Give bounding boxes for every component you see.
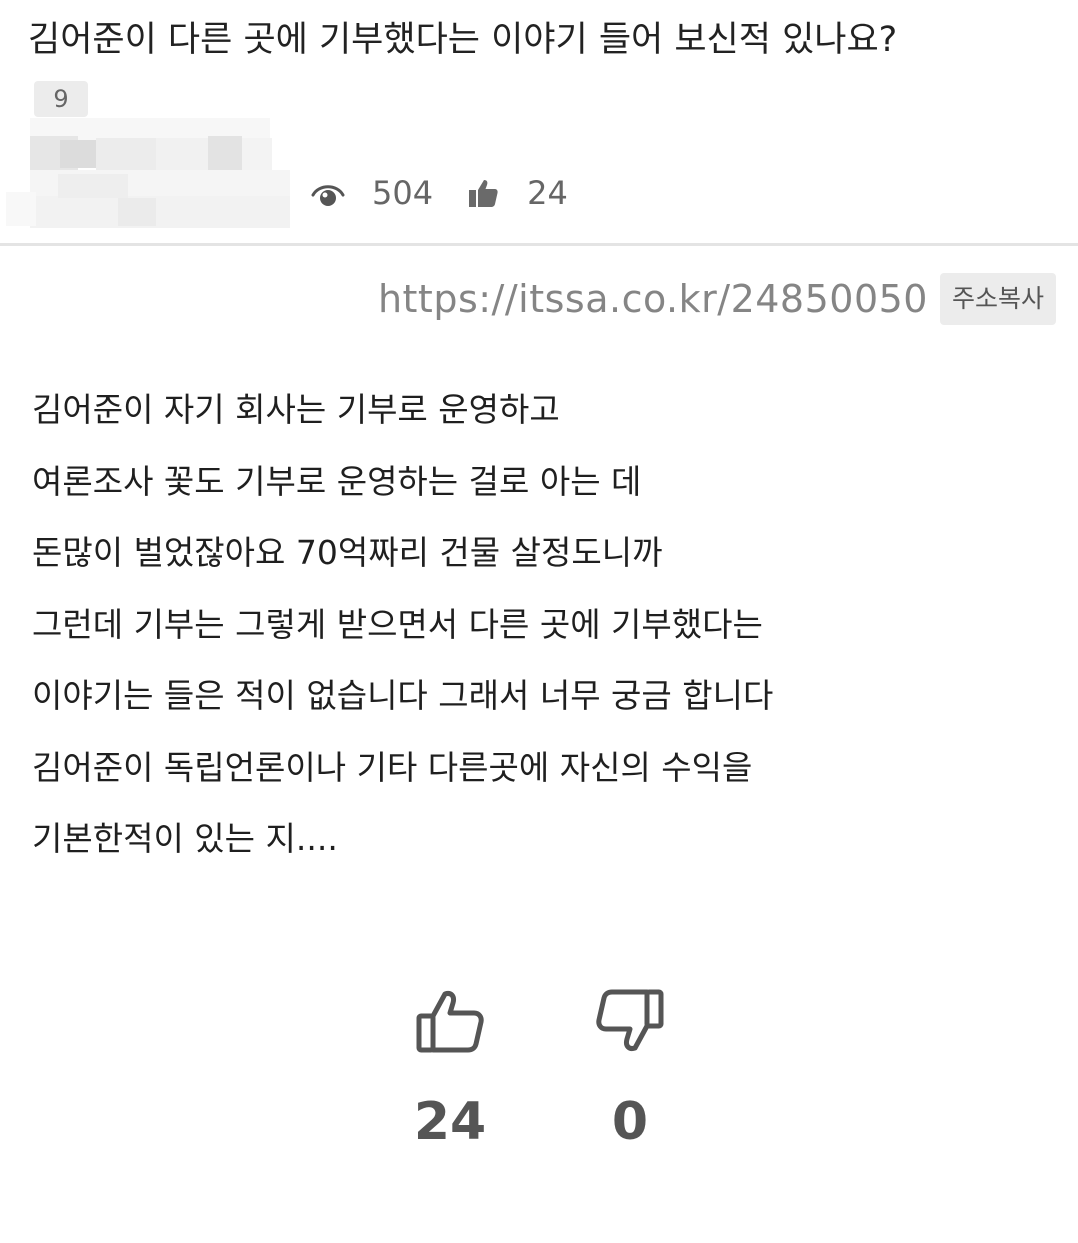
author-avatar-blurred bbox=[6, 118, 294, 230]
body-line: 여론조사 꽃도 기부로 운영하는 걸로 아는 데 bbox=[32, 461, 642, 501]
level-badge: 9 bbox=[34, 81, 88, 117]
thumbs-up-icon bbox=[465, 175, 501, 211]
thumbs-up-outline-icon bbox=[416, 991, 484, 1053]
likes-count: 24 bbox=[527, 174, 568, 212]
share-row: https://itssa.co.kr/24850050 주소복사 bbox=[378, 272, 1056, 326]
downvote-count: 0 bbox=[611, 1092, 649, 1152]
thumbs-down-outline-icon bbox=[596, 989, 664, 1051]
copy-url-button[interactable]: 주소복사 bbox=[939, 273, 1056, 325]
body-line: 김어준이 독립언론이나 기타 다른곳에 자신의 수익을 bbox=[32, 747, 753, 787]
downvote-button[interactable]: 0 bbox=[580, 986, 680, 1152]
upvote-count: 24 bbox=[413, 1092, 487, 1152]
body-line: 돈많이 벌었잖아요 70억짜리 건물 살정도니까 bbox=[32, 533, 663, 572]
post-title: 김어준이 다른 곳에 기부했다는 이야기 들어 보신적 있나요? bbox=[28, 20, 898, 60]
body-line: 기본한적이 있는 지.... bbox=[32, 819, 338, 858]
post-stats: 504 24 bbox=[310, 168, 600, 218]
upvote-button[interactable]: 24 bbox=[400, 986, 500, 1152]
post-body: 김어준이 자기 회사는 기부로 운영하고 여론조사 꽃도 기부로 운영하는 걸로… bbox=[32, 374, 1052, 875]
eye-icon bbox=[310, 175, 346, 211]
body-line: 김어준이 자기 회사는 기부로 운영하고 bbox=[32, 390, 560, 429]
body-line: 이야기는 들은 적이 없습니다 그래서 너무 궁금 합니다 bbox=[32, 676, 774, 715]
divider bbox=[0, 243, 1078, 246]
views-count: 504 bbox=[372, 174, 434, 212]
body-line: 그런데 기부는 그렇게 받으면서 다른 곳에 기부했다는 bbox=[32, 604, 763, 644]
post-url: https://itssa.co.kr/24850050 bbox=[377, 277, 928, 321]
